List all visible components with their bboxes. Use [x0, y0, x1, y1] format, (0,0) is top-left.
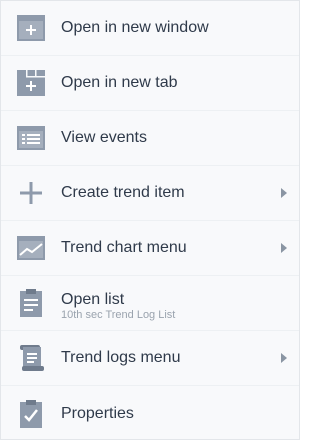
menu-item-label: Create trend item — [61, 184, 185, 201]
menu-item-label: Open list — [61, 291, 125, 308]
plus-icon — [15, 177, 47, 209]
menu-item-sublabel: 10th sec Trend Log List — [61, 309, 176, 321]
properties-check-icon — [15, 398, 47, 430]
submenu-arrow-icon — [281, 243, 287, 253]
new-window-icon — [15, 12, 47, 44]
menu-item-trend-logs-menu[interactable]: Trend logs menu — [1, 331, 299, 386]
menu-item-label: Trend chart menu — [61, 239, 187, 256]
clipboard-icon — [15, 287, 47, 319]
scroll-icon — [15, 342, 47, 374]
menu-item-open-in-new-window[interactable]: Open in new window — [1, 1, 299, 56]
menu-item-open-in-new-tab[interactable]: Open in new tab — [1, 56, 299, 111]
menu-item-create-trend-item[interactable]: Create trend item — [1, 166, 299, 221]
menu-item-label: Trend logs menu — [61, 349, 181, 366]
submenu-arrow-icon — [281, 353, 287, 363]
menu-item-view-events[interactable]: View events — [1, 111, 299, 166]
events-list-icon — [15, 122, 47, 154]
trend-chart-icon — [15, 232, 47, 264]
menu-item-open-list[interactable]: Open list 10th sec Trend Log List — [1, 276, 299, 331]
submenu-arrow-icon — [281, 188, 287, 198]
new-tab-icon — [15, 67, 47, 99]
menu-item-label: Open in new tab — [61, 74, 178, 91]
menu-item-properties[interactable]: Properties — [1, 386, 299, 441]
menu-item-label: Open in new window — [61, 19, 209, 36]
menu-item-label: Properties — [61, 404, 134, 422]
context-menu: Open in new window Open in new tab View … — [0, 0, 300, 440]
menu-item-trend-chart-menu[interactable]: Trend chart menu — [1, 221, 299, 276]
menu-item-label: View events — [61, 129, 147, 146]
